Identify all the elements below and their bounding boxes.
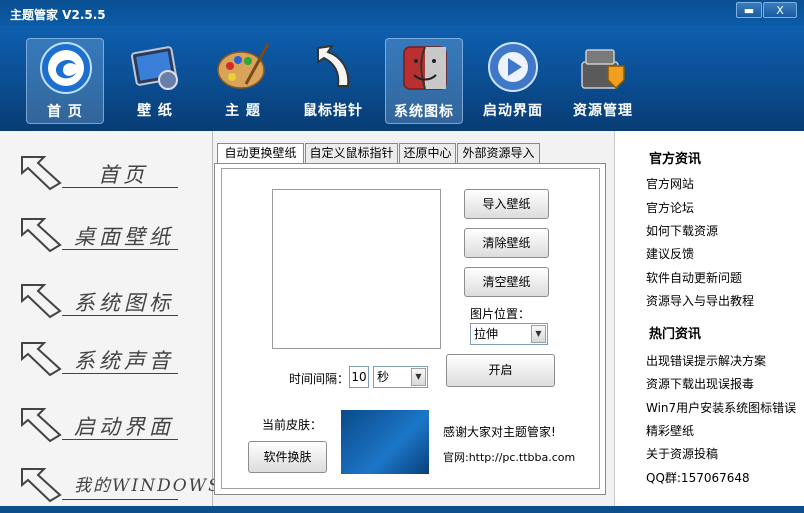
nav-underline [62,499,178,500]
toolbar-label: 首 页 [47,104,83,120]
thanks-text: 感谢大家对主题管家! [443,425,556,439]
toolbar-resources[interactable]: 资源管理 [564,38,642,124]
tools-icon [581,49,625,90]
hot-link[interactable]: 精彩壁纸 [646,422,694,439]
interval-unit-value: 秒 [377,370,390,384]
current-skin-thumbnail [341,410,429,474]
title-bar: 主题管家 V2.5.5 ▬ X [0,0,804,26]
hot-link: QQ群:157067648 [646,471,750,485]
official-link[interactable]: 资源导入与导出教程 [646,292,754,309]
nav-item-label: 首页 [98,163,148,187]
hot-link[interactable]: 资源下载出现误报毒 [646,375,754,392]
official-link[interactable]: 如何下载资源 [646,222,718,239]
wallpaper-preview [272,189,441,349]
hand-arrow-icon [21,284,62,319]
toolbar-cursor[interactable]: 鼠标指针 [294,38,372,124]
nav-underline [62,439,178,440]
minimize-button[interactable]: ▬ [736,2,762,18]
nav-item-system-sounds[interactable]: 系统声音 [0,327,212,387]
nav-underline [62,187,178,188]
toolbar-home[interactable]: 首 页 [26,38,104,124]
hand-arrow-icon [21,408,62,443]
finder-icon [403,46,447,90]
nav-item-system-icons[interactable]: 系统图标 [0,269,212,329]
hot-link[interactable]: 出现错误提示解决方案 [646,352,766,369]
clear-wallpapers-button[interactable]: 清空壁纸 [464,267,549,297]
nav-item-label: 系统声音 [74,349,174,373]
hot-news-heading: 热门资讯 [649,327,702,342]
nav-item-startup-screen[interactable]: 启动界面 [0,393,212,453]
main-toolbar: 首 页 壁 纸 主 题 鼠标指针 系统图标 启动界面 资源管理 [0,26,804,131]
play-disc-icon [488,42,538,92]
toolbar-startup[interactable]: 启动界面 [474,38,552,124]
tab-external-import[interactable]: 外部资源导入 [457,143,540,163]
nav-underline [62,315,178,316]
chevron-down-icon: ▼ [531,325,546,343]
info-panel: 官方资讯 官方网站 官方论坛 如何下载资源 建议反馈 软件自动更新问题 资源导入… [614,131,804,506]
official-link[interactable]: 建议反馈 [646,245,694,262]
official-link[interactable]: 软件自动更新问题 [646,269,742,286]
palette-icon [217,43,270,89]
cursor-arrow-icon [317,44,350,87]
toolbar-label: 系统图标 [394,104,454,120]
toolbar-system-icons[interactable]: 系统图标 [385,38,463,124]
nav-item-label: 启动界面 [74,415,174,439]
toolbar-wallpaper[interactable]: 壁 纸 [116,38,194,124]
toolbar-label: 主 题 [225,103,261,119]
nav-underline [62,373,178,374]
hand-arrow-icon [21,156,62,191]
tab-restore-center[interactable]: 还原中心 [399,143,456,163]
nav-item-home[interactable]: 首页 [0,141,212,201]
app-title: 主题管家 V2.5.5 [10,8,106,22]
home-orb-icon [40,42,92,94]
nav-underline [62,249,178,250]
wallpaper-icon [131,46,178,90]
toolbar-label: 壁 纸 [137,103,173,119]
official-news-heading: 官方资讯 [649,152,702,167]
interval-label: 时间间隔： [289,372,350,386]
remove-wallpaper-button[interactable]: 清除壁纸 [464,228,549,258]
hand-arrow-icon [21,342,62,377]
change-skin-button[interactable]: 软件换肤 [248,441,327,473]
nav-item-desktop-wallpaper[interactable]: 桌面壁纸 [0,203,212,263]
nav-item-label: 桌面壁纸 [74,225,174,249]
site-link[interactable]: 官网:http://pc.ttbba.com [443,449,575,465]
start-button[interactable]: 开启 [446,354,555,387]
chevron-down-icon: ▼ [411,368,426,386]
close-button[interactable]: X [763,2,797,18]
hot-link[interactable]: Win7用户安装系统图标错误 [646,399,796,416]
tab-auto-wallpaper[interactable]: 自动更换壁纸 [217,143,304,164]
interval-input[interactable]: 10 [349,366,369,388]
image-position-label: 图片位置： [470,307,531,321]
toolbar-theme[interactable]: 主 题 [204,38,282,124]
hand-arrow-icon [21,218,62,253]
toolbar-label: 资源管理 [573,103,633,119]
image-position-value: 拉伸 [474,327,499,341]
import-wallpaper-button[interactable]: 导入壁纸 [464,189,549,219]
interval-unit-select[interactable]: 秒 ▼ [373,366,428,388]
toolbar-label: 启动界面 [483,103,543,119]
nav-item-my-windows[interactable]: 我的WINDOWS [0,453,220,513]
tab-custom-cursor[interactable]: 自定义鼠标指针 [305,143,398,163]
current-skin-label: 当前皮肤： [262,418,323,432]
nav-item-label: 我的WINDOWS [74,476,222,496]
hand-arrow-icon [21,468,62,503]
hot-link[interactable]: 关于资源投稿 [646,445,718,462]
nav-item-label: 系统图标 [74,291,174,315]
image-position-select[interactable]: 拉伸 ▼ [470,323,548,345]
toolbar-label: 鼠标指针 [303,103,363,119]
official-link[interactable]: 官方论坛 [646,199,694,216]
left-nav: 首页 桌面壁纸 系统图标 系统声音 启动界面 我的WINDOWS [0,131,220,506]
official-link[interactable]: 官方网站 [646,175,694,192]
